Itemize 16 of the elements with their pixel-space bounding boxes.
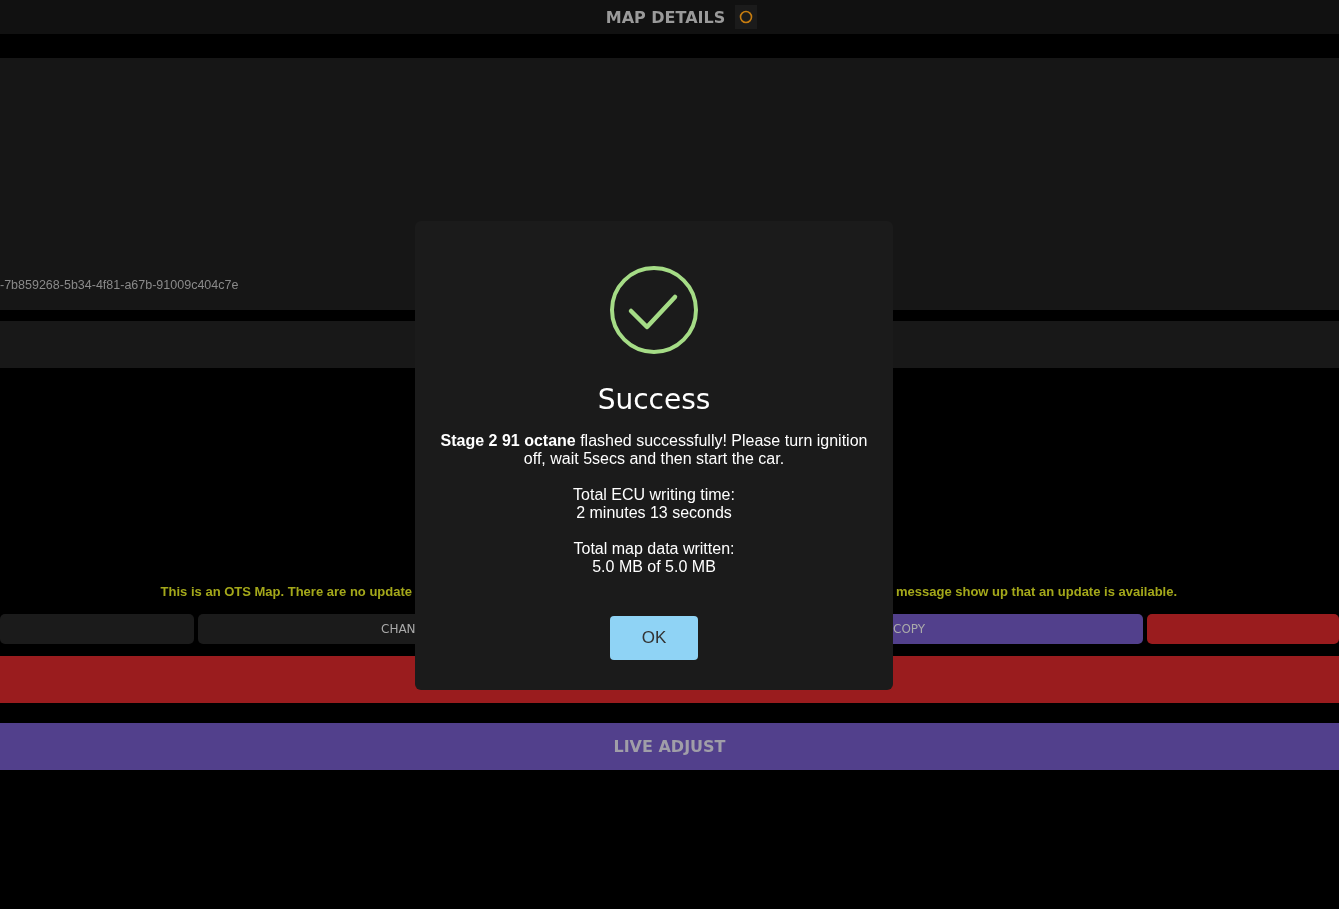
dialog-text: 2 minutes 13 seconds xyxy=(576,504,732,522)
ok-button[interactable]: OK xyxy=(610,616,698,660)
check-circle-icon xyxy=(609,265,699,355)
action-button[interactable] xyxy=(0,614,194,644)
live-adjust-button[interactable]: LIVE ADJUST xyxy=(0,723,1339,770)
map-id: -7b859268-5b34-4f81-a67b-91009c404c7e xyxy=(0,278,239,292)
action-button[interactable] xyxy=(1147,614,1339,644)
dialog-text: Total map data written: xyxy=(573,540,735,558)
notice-text: This is an OTS Map. There are no update xyxy=(160,583,412,599)
page-title: MAP DETAILS xyxy=(605,7,726,27)
dialog-text: 5.0 MB of 5.0 MB xyxy=(592,558,716,576)
spinner-icon[interactable] xyxy=(735,5,758,29)
notice-text: message show up that an update is available. xyxy=(896,583,1178,599)
dialog-message: Stage 2 91 octane flashed successfully! Please turn ignition off, wait 5secs and then start the car. xyxy=(439,432,869,468)
dialog-title: Success xyxy=(597,383,711,416)
dialog-text: Total ECU writing time: xyxy=(573,486,735,504)
